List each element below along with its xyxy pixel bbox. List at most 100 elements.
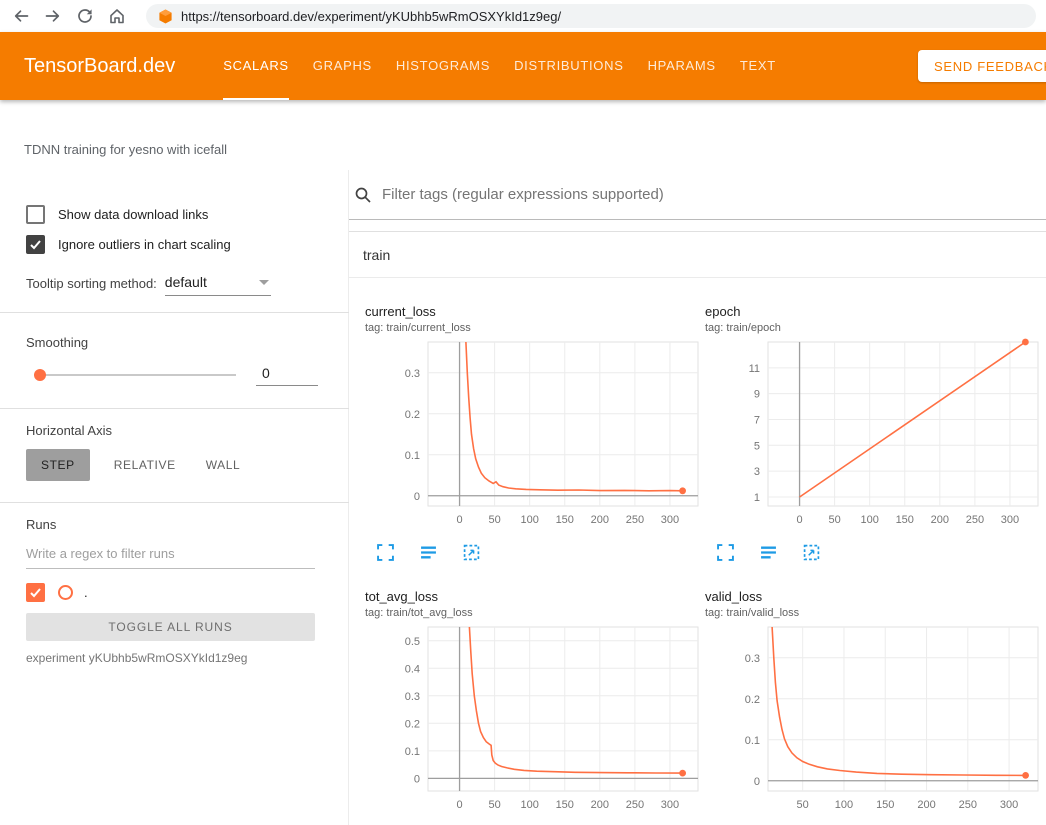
tab-histograms[interactable]: HISTOGRAMS: [396, 32, 490, 100]
reload-icon[interactable]: [74, 5, 96, 27]
fit-domain-icon[interactable]: [803, 544, 820, 561]
tensorboard-favicon-icon: [158, 9, 173, 24]
experiment-id-line: experiment yKUbhb5wRmOSXYkId1z9eg: [26, 651, 348, 665]
home-icon[interactable]: [106, 5, 128, 27]
svg-text:300: 300: [1000, 799, 1018, 811]
ignore-outliers-checkbox[interactable]: [26, 235, 45, 254]
data-lines-icon[interactable]: [760, 544, 777, 561]
experiment-title: TDNN training for yesno with icefall: [24, 142, 227, 157]
svg-text:200: 200: [591, 514, 609, 526]
tag-group-header[interactable]: train: [349, 232, 1046, 278]
axis-step-button[interactable]: STEP: [26, 449, 90, 481]
tab-text[interactable]: TEXT: [740, 32, 776, 100]
svg-text:0: 0: [456, 799, 462, 811]
horizontal-axis-label: Horizontal Axis: [26, 423, 348, 438]
tooltip-sorting-label: Tooltip sorting method:: [26, 276, 157, 296]
toggle-all-runs-button[interactable]: TOGGLE ALL RUNS: [26, 613, 315, 641]
svg-text:0: 0: [414, 773, 420, 785]
smoothing-value-input[interactable]: 0: [256, 365, 318, 386]
svg-text:100: 100: [521, 514, 539, 526]
svg-text:0.1: 0.1: [405, 746, 420, 758]
nav-tabs: SCALARS GRAPHS HISTOGRAMS DISTRIBUTIONS …: [223, 32, 800, 100]
svg-text:50: 50: [488, 799, 500, 811]
url-text: https://tensorboard.dev/experiment/yKUbh…: [181, 9, 561, 24]
svg-text:0.2: 0.2: [405, 718, 420, 730]
run-checkbox[interactable]: [26, 583, 45, 602]
svg-text:50: 50: [797, 799, 809, 811]
forward-icon[interactable]: [42, 5, 64, 27]
run-item: .: [26, 583, 348, 601]
svg-text:300: 300: [661, 799, 679, 811]
svg-text:5: 5: [754, 440, 760, 452]
tab-hparams[interactable]: HPARAMS: [648, 32, 716, 100]
chart-plot-tot_avg_loss[interactable]: 00.10.20.30.40.5050100150200250300: [365, 621, 705, 821]
fit-domain-icon[interactable]: [463, 544, 480, 561]
svg-text:100: 100: [861, 514, 879, 526]
smoothing-slider-thumb[interactable]: [34, 369, 46, 381]
send-feedback-button[interactable]: SEND FEEDBACK: [918, 50, 1046, 82]
settings-sidebar: Show data download links Ignore outliers…: [0, 170, 349, 825]
svg-text:0: 0: [796, 514, 802, 526]
chart-plot-valid_loss[interactable]: 00.10.20.350100150200250300: [705, 621, 1045, 821]
chart-plot-current_loss[interactable]: 00.10.20.3050100150200250300: [365, 336, 705, 536]
svg-text:250: 250: [959, 799, 977, 811]
charts-grid: current_losstag: train/current_loss00.10…: [349, 278, 1046, 825]
svg-text:1: 1: [754, 492, 760, 504]
show-download-row: Show data download links: [26, 202, 348, 226]
svg-text:3: 3: [754, 466, 760, 478]
chart-tag: tag: train/epoch: [705, 321, 1045, 335]
axis-wall-button[interactable]: WALL: [206, 458, 241, 472]
chart-card-epoch: epochtag: train/epoch1357911050100150200…: [705, 304, 1045, 561]
tab-scalars[interactable]: SCALARS: [223, 32, 289, 100]
app-title: TensorBoard.dev: [24, 55, 175, 78]
show-download-checkbox[interactable]: [26, 205, 45, 224]
svg-text:150: 150: [876, 799, 894, 811]
svg-text:0.3: 0.3: [745, 653, 760, 665]
svg-text:100: 100: [521, 799, 539, 811]
expand-card-icon[interactable]: [717, 544, 734, 561]
svg-text:7: 7: [754, 414, 760, 426]
run-name: .: [84, 585, 88, 600]
smoothing-label: Smoothing: [26, 335, 348, 350]
tooltip-sorting-select[interactable]: default: [165, 274, 271, 296]
chart-tag: tag: train/valid_loss: [705, 606, 1045, 620]
svg-text:11: 11: [749, 363, 760, 375]
run-color-swatch[interactable]: [58, 585, 73, 600]
data-lines-icon[interactable]: [420, 544, 437, 561]
runs-filter-input[interactable]: [26, 546, 315, 569]
smoothing-slider-row: 0: [26, 368, 348, 382]
svg-text:250: 250: [626, 799, 644, 811]
axis-relative-button[interactable]: RELATIVE: [114, 458, 176, 472]
svg-text:9: 9: [754, 389, 760, 401]
svg-text:0: 0: [754, 776, 760, 788]
tab-distributions[interactable]: DISTRIBUTIONS: [514, 32, 624, 100]
svg-text:0.2: 0.2: [405, 409, 420, 421]
expand-card-icon[interactable]: [377, 544, 394, 561]
smoothing-slider[interactable]: [36, 374, 236, 376]
svg-text:0.4: 0.4: [405, 663, 420, 675]
svg-text:0.1: 0.1: [405, 450, 420, 462]
chart-title: epoch: [705, 304, 1045, 320]
back-icon[interactable]: [10, 5, 32, 27]
svg-text:150: 150: [896, 514, 914, 526]
chevron-down-icon: [259, 280, 269, 285]
svg-text:150: 150: [556, 799, 574, 811]
tab-graphs[interactable]: GRAPHS: [313, 32, 372, 100]
chart-toolbar: [365, 544, 705, 561]
chart-plot-epoch[interactable]: 1357911050100150200250300: [705, 336, 1045, 536]
svg-text:0.3: 0.3: [405, 368, 420, 380]
chart-card-current_loss: current_losstag: train/current_loss00.10…: [365, 304, 705, 561]
address-bar[interactable]: https://tensorboard.dev/experiment/yKUbh…: [146, 4, 1036, 28]
main-panel: train current_losstag: train/current_los…: [349, 170, 1046, 825]
svg-text:0.3: 0.3: [405, 691, 420, 703]
svg-text:200: 200: [917, 799, 935, 811]
chart-tag: tag: train/tot_avg_loss: [365, 606, 705, 620]
divider: [0, 502, 349, 503]
tag-filter-input[interactable]: [380, 185, 1046, 204]
horizontal-axis-buttons: STEP RELATIVE WALL: [26, 450, 348, 480]
browser-window: https://tensorboard.dev/experiment/yKUbh…: [0, 0, 1046, 825]
divider: [0, 408, 349, 409]
content-area: Show data download links Ignore outliers…: [0, 170, 1046, 825]
svg-text:0: 0: [456, 514, 462, 526]
svg-text:300: 300: [1001, 514, 1019, 526]
